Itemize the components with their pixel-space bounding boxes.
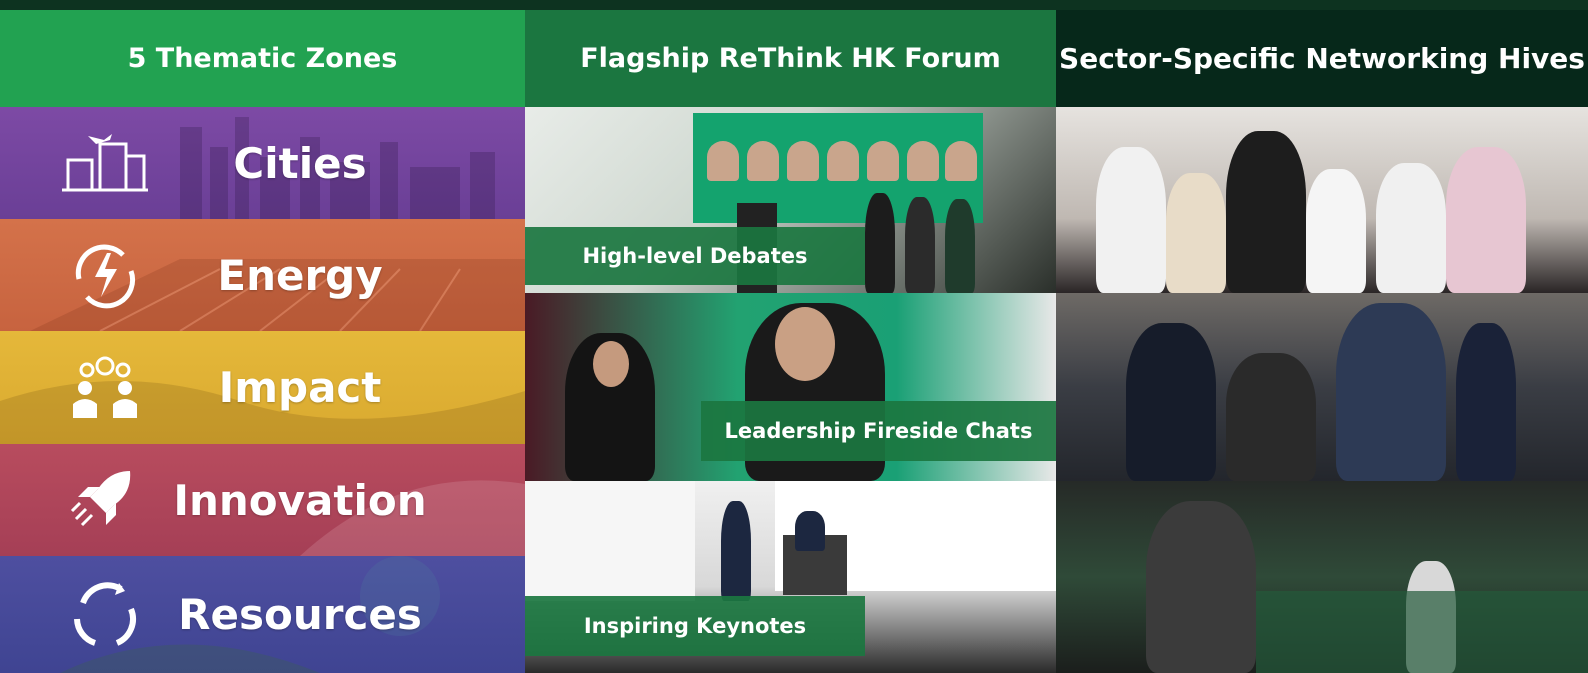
speaker-portrait: [945, 141, 977, 181]
zone-label: Innovation: [173, 475, 427, 525]
attendee: [1336, 303, 1446, 481]
zone-label: Cities: [233, 138, 367, 188]
standing-person: [721, 501, 751, 601]
zone-cities: Cities: [0, 107, 525, 219]
man-speaker-face: [775, 307, 835, 381]
group-photo: [1056, 107, 1588, 293]
speaker-portrait: [707, 141, 739, 181]
woman-speaker-face: [593, 341, 629, 387]
attendee: [1126, 323, 1216, 481]
sponsor-wall: [525, 481, 695, 601]
speaker-portrait: [827, 141, 859, 181]
attendee: [1376, 163, 1446, 293]
speaker-portrait: [907, 141, 939, 181]
keynote-speaker: [795, 511, 825, 551]
caption-debates: High-level Debates: [525, 227, 865, 285]
attendee: [1226, 353, 1316, 481]
fireside-photo: Leadership Fireside Chats: [525, 293, 1056, 481]
networking-header: Sector-Specific Networking Hives: [1056, 10, 1588, 107]
panelist: [945, 199, 975, 293]
attendee: [1096, 147, 1166, 293]
zone-resources: Resources: [0, 556, 525, 673]
zones-header: 5 Thematic Zones: [0, 10, 525, 107]
speaker-portrait: [747, 141, 779, 181]
speaker-portrait: [787, 141, 819, 181]
attendee: [1446, 147, 1526, 293]
zone-innovation: Innovation: [0, 444, 525, 556]
thematic-zones-column: 5 Thematic Zones Cities Energy Impact In…: [0, 10, 525, 673]
attendee: [1306, 169, 1366, 293]
caption-keynotes: Inspiring Keynotes: [525, 596, 865, 656]
attendee: [1166, 173, 1226, 293]
lounge-floor: [1256, 591, 1588, 673]
zone-label: Energy: [217, 250, 383, 300]
zone-energy: Energy: [0, 219, 525, 331]
networking-floor-photo: [1056, 293, 1588, 481]
forum-header: Flagship ReThink HK Forum: [525, 10, 1056, 107]
top-bar: [0, 0, 1588, 10]
keynote-photo: Inspiring Keynotes: [525, 481, 1056, 673]
attendee-with-robot: [1146, 501, 1256, 673]
networking-column: Sector-Specific Networking Hives: [1056, 10, 1588, 673]
panelist: [865, 193, 895, 293]
attendee: [1456, 323, 1516, 481]
zone-label: Impact: [218, 363, 382, 412]
panelist: [905, 197, 935, 293]
speaker-portrait: [867, 141, 899, 181]
lounge-photo: [1056, 481, 1588, 673]
debate-photo: High-level Debates: [525, 107, 1056, 293]
zone-label: Resources: [178, 590, 422, 639]
zone-impact: Impact: [0, 331, 525, 444]
caption-fireside: Leadership Fireside Chats: [701, 401, 1056, 461]
forum-column: Flagship ReThink HK Forum High-level Deb…: [525, 10, 1056, 673]
attendee: [1226, 131, 1306, 293]
